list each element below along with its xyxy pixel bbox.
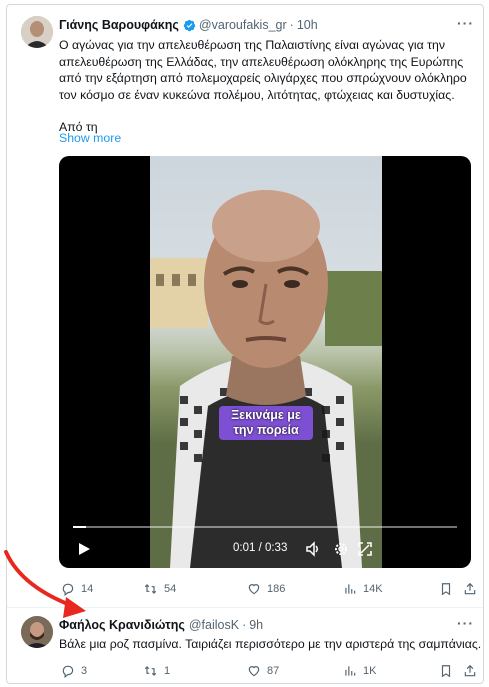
- tweet-text-line: τον κόσμο σε έναν κυκεώνα πολέμου, λιτότ…: [59, 87, 455, 102]
- bookmark-icon[interactable]: [439, 664, 453, 678]
- settings-gear-icon[interactable]: [333, 541, 349, 557]
- author-handle[interactable]: @varoufakis_gr: [199, 18, 287, 32]
- like-count: 87: [267, 665, 280, 677]
- video-controls: 0:01 / 0:33: [59, 537, 471, 561]
- tweet-text: Ο αγώνας για την απελευθέρωση της Παλαισ…: [59, 37, 479, 136]
- video-caption: Ξεκινάμε με την πορεία: [219, 406, 313, 440]
- more-options-icon[interactable]: ···: [457, 15, 474, 31]
- repost-button[interactable]: 54: [143, 582, 176, 596]
- like-button[interactable]: 186: [247, 582, 285, 596]
- show-more-link[interactable]: Show more: [59, 131, 121, 145]
- video-progress-fill: [73, 526, 87, 528]
- bookmark-icon[interactable]: [439, 582, 453, 596]
- verified-badge-icon: [183, 19, 196, 31]
- share-icon[interactable]: [463, 582, 477, 596]
- author-handle[interactable]: @failosK: [189, 618, 239, 632]
- tweet-text-tail: Από τη: [59, 120, 98, 134]
- tweet-actions: 14 54 186 14K: [59, 581, 479, 597]
- annotation-arrow-icon: [4, 550, 86, 618]
- views-button[interactable]: 14K: [343, 582, 383, 596]
- repost-count: 1: [164, 665, 171, 677]
- repost-icon: [144, 666, 157, 676]
- view-count: 14K: [363, 583, 383, 595]
- video-progress-bar[interactable]: [73, 526, 457, 528]
- analytics-icon: [345, 666, 356, 676]
- tweet-varoufakis[interactable]: Γιάνης Βαρουφάκης @varoufakis_gr · 10h ·…: [7, 5, 483, 607]
- reply-count: 3: [81, 665, 88, 677]
- repost-count: 54: [164, 583, 177, 595]
- tweet-text-line: από την εξάρτηση από πολεμοχαρείς ολιγάρ…: [59, 71, 467, 85]
- view-count: 1K: [363, 665, 377, 677]
- separator-dot: ·: [289, 18, 294, 32]
- tweet-text: Βάλε μια ροζ πασμίνα. Ταιριάζει περισσότ…: [59, 637, 482, 651]
- tweet-text-line: Ο αγώνας για την απελευθέρωση της Παλαισ…: [59, 38, 445, 52]
- video-player[interactable]: Ξεκινάμε με την πορεία 0:01 / 0:33: [59, 156, 471, 568]
- timestamp[interactable]: 9h: [249, 618, 263, 632]
- views-button[interactable]: 1K: [343, 664, 376, 678]
- video-frame: [150, 156, 382, 568]
- more-options-icon[interactable]: ···: [457, 615, 474, 631]
- separator-dot: ·: [242, 618, 247, 632]
- reply-button[interactable]: 3: [61, 664, 87, 678]
- heart-icon: [248, 584, 260, 595]
- heart-icon: [248, 666, 260, 677]
- like-button[interactable]: 87: [247, 664, 279, 678]
- repost-icon: [144, 584, 157, 594]
- reply-icon: [62, 665, 74, 678]
- analytics-icon: [345, 584, 356, 594]
- tweet-text-line: απελευθέρωση της Ελλάδας, την απελευθέρω…: [59, 54, 464, 69]
- avatar[interactable]: [21, 16, 53, 48]
- timestamp[interactable]: 10h: [297, 18, 318, 32]
- tweet-header: Γιάνης Βαρουφάκης @varoufakis_gr · 10h: [59, 18, 318, 32]
- like-count: 186: [267, 583, 286, 595]
- author-name[interactable]: Γιάνης Βαρουφάκης: [59, 18, 179, 32]
- volume-icon[interactable]: [305, 541, 321, 557]
- video-timecode: 0:01 / 0:33: [233, 542, 288, 554]
- tweet-actions: 3 1 87 1K: [59, 663, 479, 679]
- repost-button[interactable]: 1: [143, 664, 170, 678]
- share-icon[interactable]: [463, 664, 477, 678]
- fullscreen-icon[interactable]: [357, 541, 373, 557]
